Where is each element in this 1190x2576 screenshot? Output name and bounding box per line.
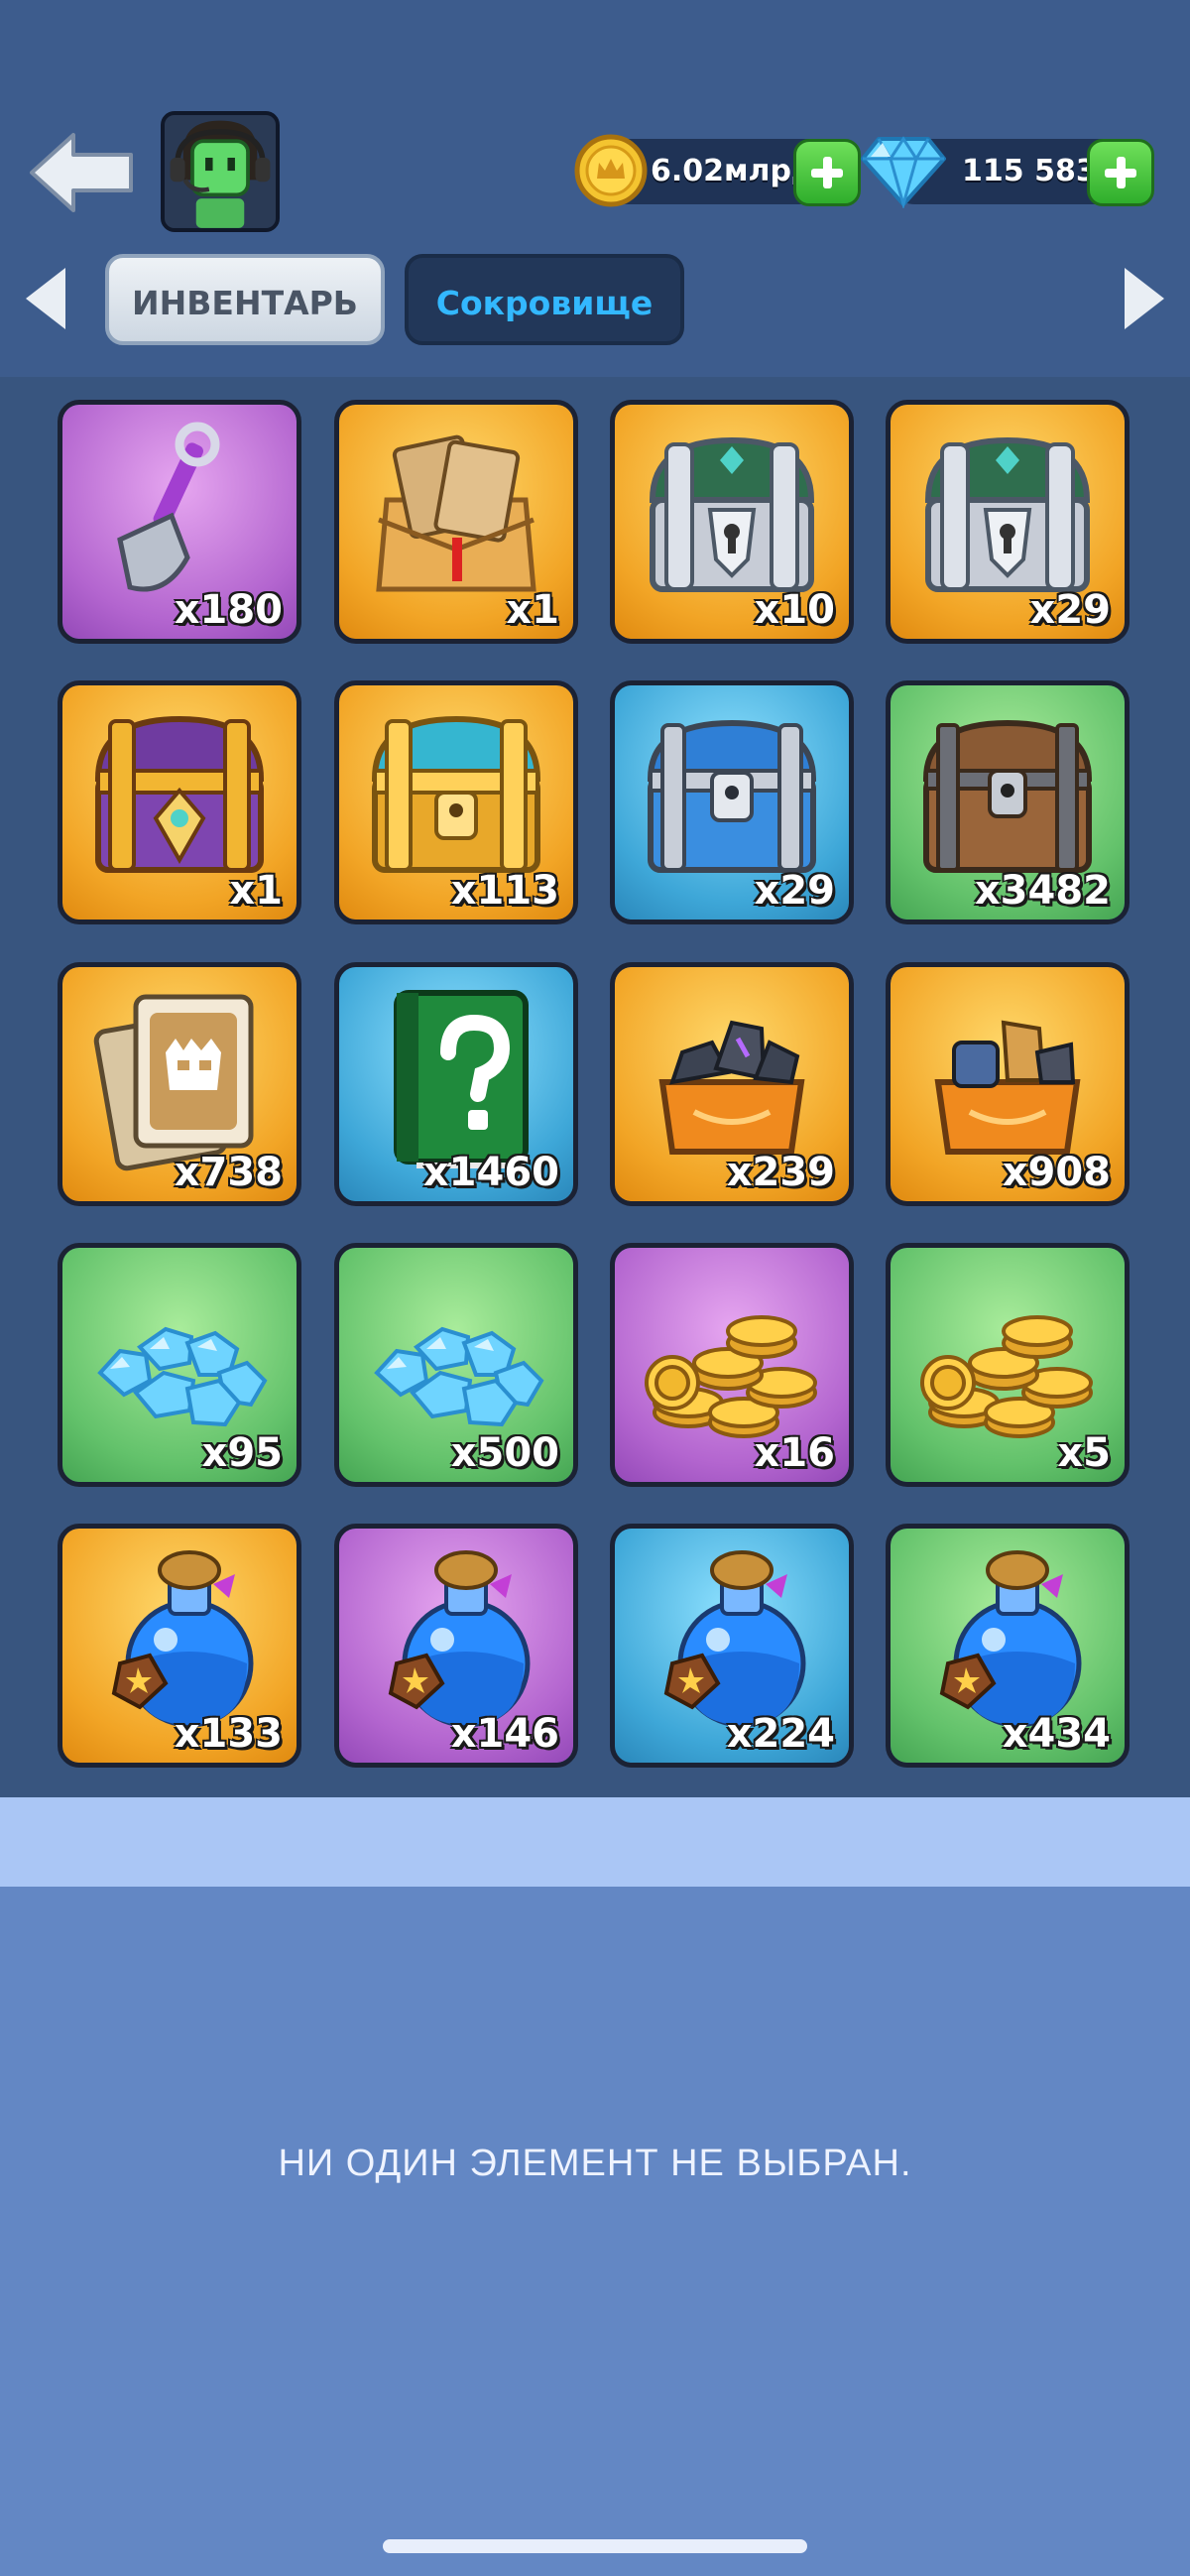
inventory-item-tile[interactable]: x239 [610,962,854,1206]
item-quantity: x3482 [974,868,1111,914]
rune-stone-crate-icon [658,1020,805,1155]
avatar[interactable] [161,111,280,232]
item-quantity: x1460 [422,1150,559,1195]
home-indicator[interactable] [383,2539,807,2553]
hero-cards-icon [93,994,254,1171]
add-gems-button[interactable] [1087,139,1154,206]
gem-pile-icon [374,1326,544,1427]
coin-pile-icon [645,1315,817,1438]
inventory-item-tile[interactable]: x95 [58,1243,301,1487]
item-quantity: x29 [1029,587,1111,633]
chevron-left-icon[interactable] [22,264,67,333]
inventory-item-tile[interactable]: x1 [58,680,301,924]
item-quantity: x434 [1002,1711,1111,1757]
inventory-item-tile[interactable]: x5 [886,1243,1130,1487]
mystery-book-icon [394,990,529,1168]
inventory-item-tile[interactable]: x113 [334,680,578,924]
inventory-item-tile[interactable]: x146 [334,1524,578,1768]
inventory-item-tile[interactable]: x133 [58,1524,301,1768]
panel-divider [0,1797,1190,1887]
chevron-right-icon[interactable] [1123,264,1168,333]
wooden-chest-icon [922,719,1093,873]
potion-icon [663,1550,806,1728]
item-quantity: x224 [726,1711,835,1757]
item-quantity: x29 [754,868,835,914]
inventory-item-tile[interactable]: x3482 [886,680,1130,924]
item-quantity: x10 [754,587,835,633]
blue-chest-icon [647,719,817,873]
back-arrow-icon[interactable] [28,131,135,214]
item-quantity: x738 [174,1150,283,1195]
inventory-item-tile[interactable]: x180 [58,400,301,644]
tab-inventory[interactable]: ИНВЕНТАРЬ [105,254,385,345]
robot-avatar-icon [165,115,276,228]
inventory-item-tile[interactable]: x908 [886,962,1130,1206]
item-quantity: x239 [726,1150,835,1195]
inventory-item-tile[interactable]: x500 [334,1243,578,1487]
golden-chest-icon [371,715,541,873]
item-quantity: x908 [1002,1150,1111,1195]
silver-green-chest-icon [649,436,815,592]
coin-pile-icon [920,1315,1093,1438]
inventory-item-tile[interactable]: x1 [334,400,578,644]
shovel-icon [117,422,220,592]
inventory-item-tile[interactable]: x434 [886,1524,1130,1768]
silver-green-chest-icon [924,436,1091,592]
item-quantity: x146 [450,1711,559,1757]
inventory-item-tile[interactable]: x16 [610,1243,854,1487]
no-selection-text: НИ ОДИН ЭЛЕМЕНТ НЕ ВЫБРАН. [278,2143,912,2184]
inventory-item-tile[interactable]: x1460 [334,962,578,1206]
item-quantity: x95 [201,1430,283,1476]
item-quantity: x113 [450,868,559,914]
item-quantity: x16 [754,1430,835,1476]
inventory-item-tile[interactable]: x29 [886,400,1130,644]
inventory-item-tile[interactable]: x224 [610,1524,854,1768]
inventory-item-tile[interactable]: x29 [610,680,854,924]
tab-treasure[interactable]: Сокровище [405,254,684,345]
potion-icon [111,1550,254,1728]
item-quantity: x180 [174,587,283,633]
potion-icon [939,1550,1082,1728]
inventory-item-tile[interactable]: x738 [58,962,301,1206]
item-quantity: x133 [174,1711,283,1757]
item-quantity: x5 [1057,1430,1111,1476]
item-quantity: x1 [229,868,283,914]
ore-crate-icon [934,1020,1081,1155]
item-quantity: x1 [506,587,559,633]
diamond-icon [861,136,946,208]
gem-amount: 115 583 [962,154,1097,188]
coin-amount: 6.02млрд [651,154,816,188]
card-box-icon [376,434,536,592]
inventory-item-tile[interactable]: x10 [610,400,854,644]
coin-icon [574,134,648,207]
add-coins-button[interactable] [793,139,861,206]
item-info-panel [0,1887,1190,2576]
potion-icon [388,1550,531,1728]
item-quantity: x500 [450,1430,559,1476]
purple-gold-chest-icon [94,715,265,873]
gem-pile-icon [97,1326,268,1427]
